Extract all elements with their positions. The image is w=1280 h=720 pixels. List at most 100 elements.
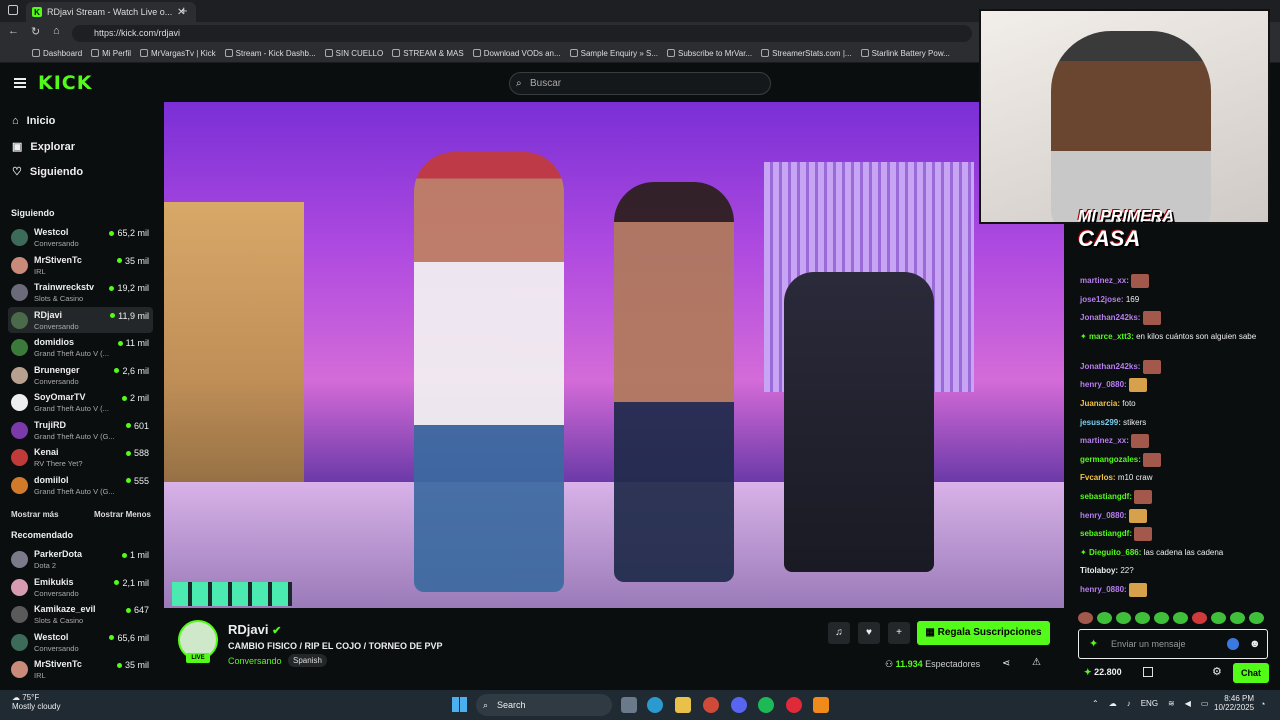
channel-item[interactable]: Trainwreckstv Slots & Casino 19,2 mil (8, 279, 153, 305)
url-input[interactable]: https://kick.com/rdjavi (72, 25, 972, 42)
notifications-button[interactable]: ♫ (828, 622, 850, 644)
store-icon[interactable] (1143, 667, 1153, 677)
chat-username[interactable]: jose12jose: (1080, 295, 1124, 304)
kick-logo[interactable]: KICK (38, 72, 92, 94)
bookmark-item[interactable]: Dashboard (32, 49, 82, 58)
language-tag[interactable]: Spanish (288, 654, 327, 667)
task-view-icon[interactable] (621, 697, 637, 713)
emote-icon[interactable] (1135, 612, 1150, 624)
settings-icon[interactable]: ⚙ (1212, 665, 1222, 678)
nav-item-explorar[interactable]: ▣ Explorar (12, 140, 75, 154)
chat-username[interactable]: Juanarcia: (1080, 399, 1120, 408)
report-icon[interactable]: ⚠ (1032, 657, 1041, 668)
home-icon[interactable]: ⌂ (53, 25, 60, 37)
clock[interactable]: 8:46 PM 10/22/2025 (1214, 694, 1254, 712)
bookmark-item[interactable]: Subscribe to MrVar... (667, 49, 752, 58)
channel-item[interactable]: Westcol Conversando 65,2 mil (8, 224, 153, 250)
channel-item[interactable]: Brunenger Conversando 2,6 mil (8, 362, 153, 388)
emote-icon[interactable] (1192, 612, 1207, 624)
emoji-icon[interactable]: ☻ (1249, 630, 1261, 658)
emote-icon[interactable] (1097, 612, 1112, 624)
emote-icon[interactable] (1249, 612, 1264, 624)
chat-username[interactable]: martinez_xx: (1080, 436, 1129, 445)
video-player[interactable] (164, 102, 1064, 608)
opera-icon[interactable] (786, 697, 802, 713)
channel-item[interactable]: RDjavi Conversando 11,9 mil (8, 306, 153, 333)
chat-username[interactable]: Jonathan242ks: (1080, 313, 1140, 322)
bookmark-item[interactable]: Stream - Kick Dashb... (224, 49, 316, 58)
emote-icon[interactable] (1154, 612, 1169, 624)
show-less-button[interactable]: Mostrar Menos (94, 510, 151, 519)
discord-icon[interactable] (731, 697, 747, 713)
channel-item[interactable]: SoyOmarTV Grand Theft Auto V (... 2 mil (8, 389, 153, 415)
channel-item[interactable]: TrujiRD Grand Theft Auto V (G... 601 (8, 417, 153, 443)
chrome-icon[interactable] (703, 697, 719, 713)
chat-send-button[interactable]: Chat (1233, 663, 1269, 683)
channel-name[interactable]: RDjavi ✔ (228, 622, 281, 637)
battery-icon[interactable]: ▭ (1201, 699, 1209, 708)
emote-icon[interactable] (1078, 612, 1093, 624)
nav-item-inicio[interactable]: ⌂ Inicio (12, 115, 55, 127)
follow-button[interactable]: ♥ (858, 622, 880, 644)
bookmark-item[interactable]: Download VODs an... (472, 49, 561, 58)
chat-username[interactable]: sebastiangdf: (1080, 529, 1132, 538)
chat-username[interactable]: Jonathan242ks: (1080, 362, 1140, 371)
nav-item-siguiendo[interactable]: ♡ Siguiendo (12, 165, 83, 179)
volume-icon[interactable]: ◀ (1185, 699, 1191, 708)
channel-item[interactable]: ParkerDota Dota 2 1 mil (8, 546, 153, 572)
chat-username[interactable]: Titolaboy: (1080, 566, 1118, 575)
sidebar-toggle-icon[interactable] (8, 5, 18, 15)
points-display[interactable]: ✦ 22.800 (1084, 667, 1122, 678)
windows-start-icon[interactable] (452, 697, 467, 712)
browser-tab[interactable]: K RDjavi Stream - Watch Live o... ✕ (26, 2, 196, 22)
language-indicator[interactable]: ENG (1141, 699, 1158, 708)
chat-username[interactable]: sebastiangdf: (1080, 492, 1132, 501)
subscribe-button[interactable]: + (888, 622, 910, 644)
reload-icon[interactable]: ↻ (31, 25, 40, 38)
chat-username[interactable]: marce_xtt3: (1089, 332, 1134, 341)
channel-item[interactable]: Kamikaze_evil Slots & Casino 647 (8, 601, 153, 627)
network-icon[interactable]: ☁ (1109, 699, 1117, 708)
chat-username[interactable]: henry_0880: (1080, 511, 1127, 520)
search-input[interactable]: ⌕ Buscar (509, 72, 771, 95)
notification-icon[interactable]: ◔ (1260, 699, 1265, 709)
weather-widget[interactable]: ☁ 75°F Mostly cloudy (12, 693, 60, 711)
bookmark-item[interactable]: Mi Perfil (91, 49, 131, 58)
bookmark-item[interactable]: SIN CUELLO (324, 49, 383, 58)
chat-username[interactable]: Fvcarlos: (1080, 473, 1116, 482)
channel-item[interactable]: MrStivenTc IRL 35 mil (8, 252, 153, 278)
emote-icon[interactable] (1173, 612, 1188, 624)
gift-subs-button[interactable]: ▦ Regala Suscripciones (917, 621, 1050, 645)
vlc-icon[interactable] (813, 697, 829, 713)
new-tab-icon[interactable]: + (180, 3, 188, 18)
chat-username[interactable]: Dieguito_686: (1089, 548, 1141, 557)
wifi-icon[interactable]: ≋ (1168, 699, 1175, 708)
bookmark-item[interactable]: StreamerStats.com |... (761, 49, 852, 58)
stream-category[interactable]: Conversando (228, 656, 282, 666)
emote-icon[interactable] (1211, 612, 1226, 624)
chat-username[interactable]: henry_0880: (1080, 585, 1127, 594)
channel-item[interactable]: Westcol Conversando 65,6 mil (8, 629, 153, 655)
channel-item[interactable]: domiilol Grand Theft Auto V (G... 555 (8, 472, 153, 498)
spotify-icon[interactable] (758, 697, 774, 713)
bookmark-item[interactable]: Sample Enquiry » S... (569, 49, 658, 58)
taskbar-search[interactable]: ⌕ Search (476, 694, 612, 716)
verified-icon[interactable] (1227, 638, 1239, 650)
emote-icon[interactable] (1230, 612, 1245, 624)
bookmark-item[interactable]: STREAM & MAS (392, 49, 464, 58)
back-icon[interactable]: ← (8, 25, 19, 37)
show-more-button[interactable]: Mostrar más (11, 510, 59, 519)
channel-item[interactable]: MrStivenTc IRL 35 mil (8, 656, 153, 682)
channel-item[interactable]: domidios Grand Theft Auto V (... 11 mil (8, 334, 153, 360)
chevron-up-icon[interactable]: ⌃ (1092, 699, 1099, 708)
channel-item[interactable]: Emikukis Conversando 2,1 mil (8, 574, 153, 600)
chat-username[interactable]: henry_0880: (1080, 381, 1127, 390)
bookmark-item[interactable]: Starlink Battery Pow... (860, 49, 950, 58)
chat-input[interactable]: ✦ Enviar un mensaje ☻ (1078, 629, 1268, 659)
edge-icon[interactable] (647, 697, 663, 713)
chat-username[interactable]: martinez_xx: (1080, 276, 1129, 285)
bookmark-item[interactable]: MrVargasTv | Kick (140, 49, 216, 58)
chat-username[interactable]: germangozales: (1080, 455, 1141, 464)
share-icon[interactable]: ⋖ (1002, 658, 1010, 669)
chat-username[interactable]: jesuss299: (1080, 418, 1121, 427)
